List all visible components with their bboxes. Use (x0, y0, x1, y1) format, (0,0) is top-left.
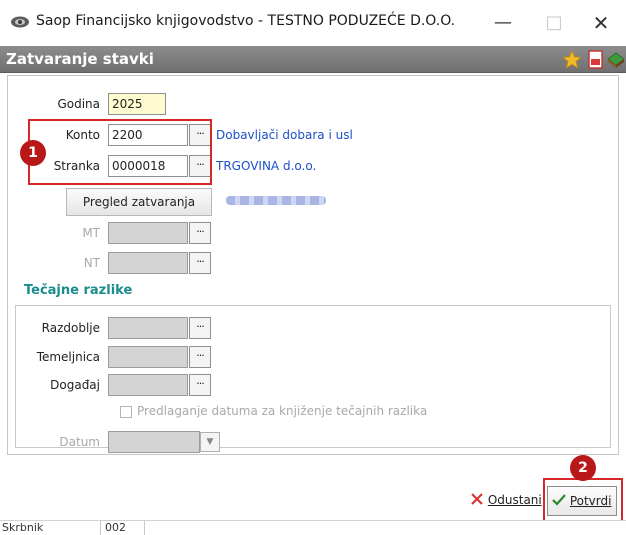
mt-lookup-button[interactable]: ··· (189, 222, 211, 244)
nt-label: NT (83, 256, 100, 270)
window-title: Saop Financijsko knjigovodstvo - TESTNO … (36, 13, 456, 29)
nt-input (108, 252, 188, 274)
odustani-button[interactable]: Odustani (470, 486, 544, 516)
highlight-box-2 (543, 478, 623, 522)
godina-input[interactable]: 2025 (108, 93, 166, 115)
status-bar: Skrbnik 002 (0, 520, 626, 535)
app-eye-icon (11, 16, 29, 28)
maximize-button[interactable]: □ (531, 8, 577, 38)
cancel-x-icon (471, 493, 483, 505)
temeljnica-label: Temeljnica (36, 350, 100, 364)
dogadaj-lookup-button[interactable]: ··· (189, 374, 211, 396)
datum-label: Datum (59, 435, 100, 449)
razdoblje-label: Razdoblje (41, 321, 100, 335)
tecajne-razlike-title: Tečajne razlike (24, 283, 133, 298)
odustani-label: Odustani (487, 493, 542, 507)
section-header: Zatvaranje stavki (0, 46, 626, 73)
page-title: Zatvaranje stavki (6, 50, 154, 68)
status-user-label: Skrbnik (2, 521, 44, 534)
tecajne-razlike-panel (15, 305, 611, 448)
razdoblje-lookup-button[interactable]: ··· (189, 317, 211, 339)
help-book-icon[interactable] (606, 50, 626, 69)
close-button[interactable]: ✕ (578, 8, 624, 38)
step-badge-2: 2 (570, 455, 596, 481)
dogadaj-input (108, 374, 188, 396)
konto-description-link[interactable]: Dobavljači dobara i usl (216, 128, 353, 142)
mt-input (108, 222, 188, 244)
pregled-zatvaranja-button[interactable]: Pregled zatvaranja (66, 188, 212, 216)
temeljnica-input (108, 346, 188, 368)
highlight-box-1 (28, 119, 212, 185)
favorite-star-icon[interactable] (562, 50, 582, 69)
predlaganje-datuma-checkbox[interactable] (120, 406, 132, 418)
dogadaj-label: Događaj (50, 378, 100, 392)
temeljnica-lookup-button[interactable]: ··· (189, 346, 211, 368)
blurred-info (226, 196, 326, 205)
step-badge-1: 1 (20, 140, 46, 166)
nt-lookup-button[interactable]: ··· (189, 252, 211, 274)
predlaganje-datuma-label: Predlaganje datuma za knjiženje tečajnih… (137, 404, 428, 418)
godina-label: Godina (57, 97, 100, 111)
window-titlebar: Saop Financijsko knjigovodstvo - TESTNO … (0, 0, 626, 46)
document-icon[interactable] (586, 50, 606, 69)
datum-combo (108, 431, 200, 453)
status-user-value: 002 (100, 521, 145, 535)
razdoblje-input (108, 317, 188, 339)
minimize-button[interactable]: — (480, 8, 526, 38)
datum-dropdown-arrow[interactable]: ▼ (200, 432, 220, 452)
mt-label: MT (82, 226, 100, 240)
stranka-description-link[interactable]: TRGOVINA d.o.o. (216, 159, 316, 173)
